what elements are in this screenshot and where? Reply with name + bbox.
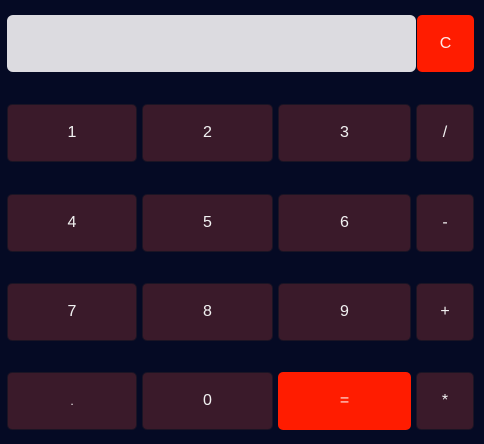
digit-0-button[interactable]: 0 [142,372,273,430]
add-button[interactable]: + [416,283,474,341]
digit-8-button[interactable]: 8 [142,283,273,341]
calculator-display[interactable] [7,15,416,72]
digit-7-button[interactable]: 7 [7,283,137,341]
clear-button[interactable]: C [417,15,474,72]
digit-6-button[interactable]: 6 [278,194,411,252]
subtract-button[interactable]: - [416,194,474,252]
equals-button[interactable]: = [278,372,411,430]
digit-5-button[interactable]: 5 [142,194,273,252]
divide-button[interactable]: / [416,104,474,162]
digit-2-button[interactable]: 2 [142,104,273,162]
decimal-point-button[interactable]: . [7,372,137,430]
digit-1-button[interactable]: 1 [7,104,137,162]
digit-4-button[interactable]: 4 [7,194,137,252]
digit-3-button[interactable]: 3 [278,104,411,162]
multiply-button[interactable]: * [416,372,474,430]
digit-9-button[interactable]: 9 [278,283,411,341]
